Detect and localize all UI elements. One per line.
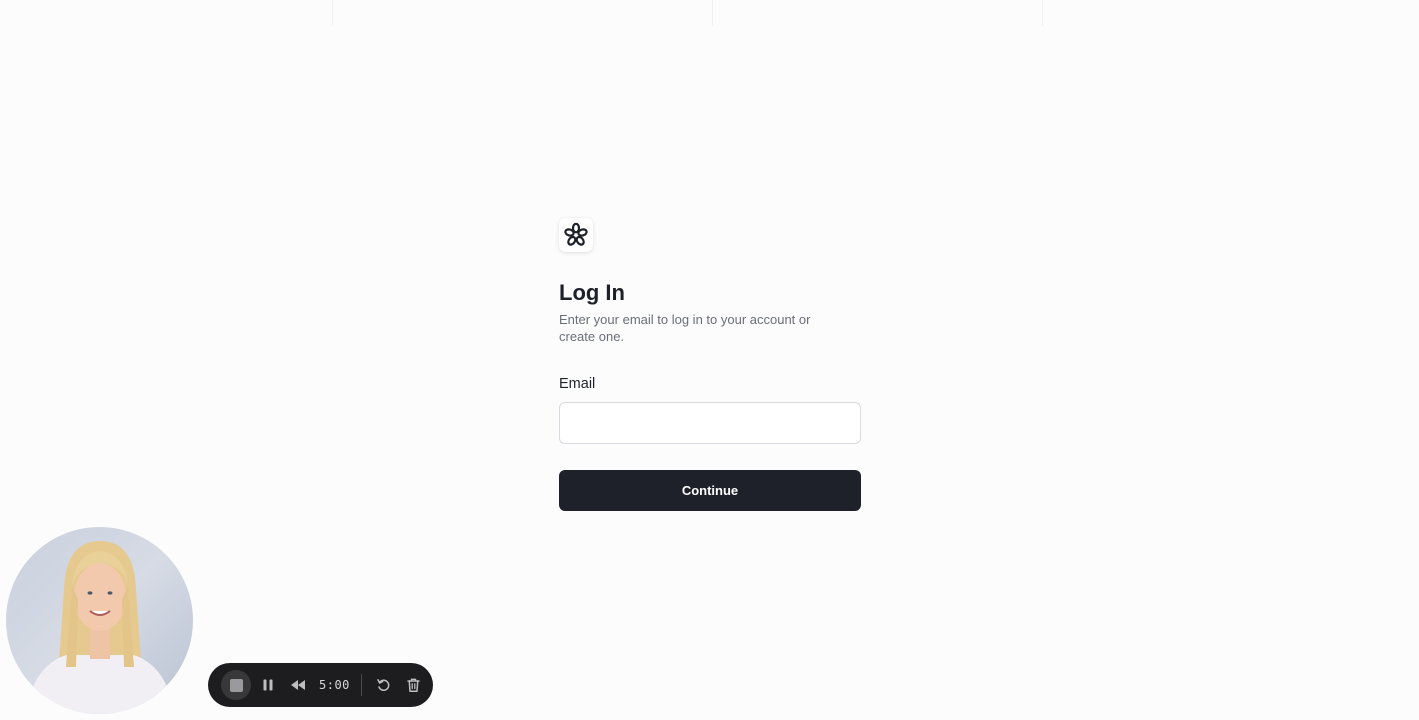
login-form: Log In Enter your email to log in to you… <box>559 218 861 511</box>
email-field[interactable] <box>559 402 861 444</box>
stop-icon <box>229 678 243 692</box>
top-strip-segment <box>713 0 1043 26</box>
delete-recording-button[interactable] <box>398 670 428 700</box>
screen-recorder-toolbar: 5:00 <box>208 663 433 707</box>
webcam-person-image <box>26 541 174 714</box>
webcam-preview[interactable] <box>6 527 193 714</box>
rewind-button[interactable] <box>283 670 313 700</box>
top-strip-segment <box>0 0 333 26</box>
page-title: Log In <box>559 280 625 305</box>
page-subtitle: Enter your email to log in to your accou… <box>559 312 811 344</box>
top-strip-segment <box>1043 0 1419 26</box>
restart-recording-button[interactable] <box>368 670 398 700</box>
restart-icon <box>376 678 389 691</box>
flower-logo-icon <box>559 218 593 252</box>
continue-button[interactable]: Continue <box>559 470 861 511</box>
rewind-icon <box>291 680 305 690</box>
email-label: Email <box>559 376 596 392</box>
trash-icon <box>406 678 420 692</box>
toolbar-divider <box>361 674 362 696</box>
stop-recording-button[interactable] <box>221 670 251 700</box>
top-strip-segment <box>333 0 713 26</box>
recording-timer: 5:00 <box>319 678 350 692</box>
pause-icon <box>263 679 273 691</box>
top-tab-strip <box>0 0 1419 26</box>
pause-recording-button[interactable] <box>253 670 283 700</box>
